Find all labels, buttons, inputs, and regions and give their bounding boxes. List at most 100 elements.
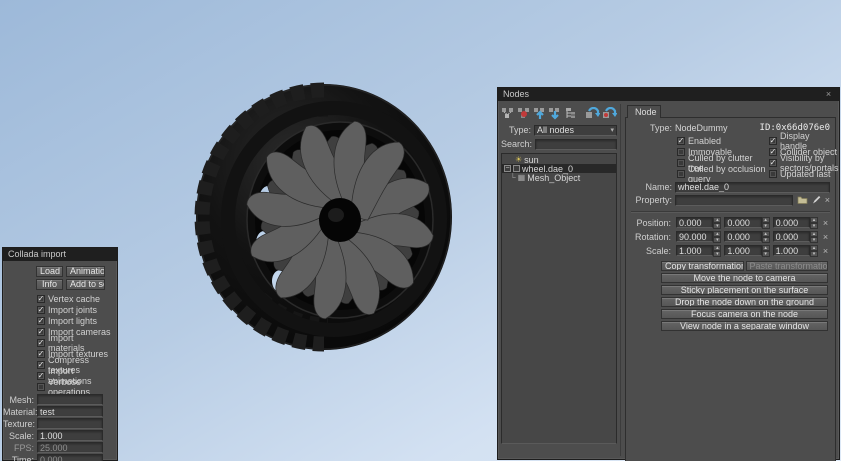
checkbox-icon[interactable] bbox=[37, 383, 45, 391]
checkbox-icon[interactable]: ✓ bbox=[37, 339, 45, 347]
checkbox-label: Import joints bbox=[48, 305, 97, 315]
scale-label: Scale: bbox=[3, 431, 37, 441]
scale-label: Scale: bbox=[631, 246, 673, 256]
checkbox-icon[interactable] bbox=[677, 170, 685, 178]
rotation-x-field[interactable] bbox=[676, 231, 713, 242]
spinner[interactable]: ▴▾ bbox=[713, 217, 721, 229]
import-joints-checkbox-row[interactable]: ✓ Import joints bbox=[37, 305, 111, 315]
culled-occlusion-checkbox-row[interactable]: Culled by occlusion query bbox=[677, 169, 769, 179]
checkbox-icon[interactable]: ✓ bbox=[37, 317, 45, 325]
move-node-up-icon[interactable] bbox=[532, 106, 546, 121]
move-node-to-camera-button[interactable]: Move the node to camera bbox=[661, 273, 828, 283]
checkbox-icon[interactable]: ✓ bbox=[37, 361, 45, 369]
position-x-field[interactable] bbox=[676, 217, 713, 228]
spinner[interactable]: ▴▾ bbox=[713, 245, 721, 257]
drop-node-button[interactable]: Drop the node down on the ground bbox=[661, 297, 828, 307]
node-name-field[interactable] bbox=[675, 182, 830, 193]
rotation-z-field[interactable] bbox=[773, 231, 810, 242]
type-filter-dropdown[interactable]: All nodes ▾ bbox=[534, 125, 617, 136]
reset-scale-icon[interactable]: × bbox=[821, 246, 830, 256]
checkbox-icon[interactable]: ✓ bbox=[769, 148, 777, 156]
remove-node-icon[interactable] bbox=[517, 106, 531, 121]
updated-last-checkbox-row[interactable]: Updated last bbox=[769, 169, 839, 179]
edit-pencil-icon[interactable] bbox=[812, 195, 821, 206]
clear-property-icon[interactable]: × bbox=[825, 195, 830, 205]
nodes-titlebar[interactable]: Nodes × bbox=[498, 88, 839, 101]
time-label: Time: bbox=[3, 455, 37, 461]
folder-icon[interactable] bbox=[797, 195, 808, 206]
spinner[interactable]: ▴▾ bbox=[762, 231, 770, 243]
reset-rotation-icon[interactable]: × bbox=[821, 232, 830, 242]
checkbox-icon[interactable] bbox=[769, 170, 777, 178]
node-tree[interactable]: ☀ sun − wheel.dae_0 └ ▦ Mesh_Object bbox=[501, 153, 617, 444]
property-field[interactable] bbox=[675, 195, 793, 206]
rotation-y-field[interactable] bbox=[724, 231, 761, 242]
move-node-down-icon[interactable] bbox=[548, 106, 562, 121]
collada-title: Collada import bbox=[8, 248, 66, 261]
view-node-separate-window-button[interactable]: View node in a separate window bbox=[661, 321, 828, 331]
search-label: Search: bbox=[501, 139, 535, 149]
spinner[interactable]: ▴▾ bbox=[713, 231, 721, 243]
load-button[interactable]: Load bbox=[36, 266, 63, 277]
visibility-sectors-checkbox-row[interactable]: ✓ Visibility by sectors/portals bbox=[769, 158, 839, 168]
checkbox-icon[interactable]: ✓ bbox=[677, 137, 685, 145]
position-label: Position: bbox=[631, 218, 673, 228]
checkbox-icon[interactable] bbox=[677, 148, 685, 156]
close-icon[interactable]: × bbox=[823, 88, 834, 101]
focus-camera-button[interactable]: Focus camera on the node bbox=[661, 309, 828, 319]
sticky-placement-button[interactable]: Sticky placement on the surface bbox=[661, 285, 828, 295]
wheel-model[interactable] bbox=[190, 78, 462, 358]
spinner[interactable]: ▴▾ bbox=[810, 217, 818, 229]
search-input[interactable] bbox=[535, 139, 617, 150]
spinner[interactable]: ▴▾ bbox=[762, 245, 770, 257]
mesh-label: Mesh: bbox=[3, 395, 37, 405]
add-node-icon[interactable] bbox=[501, 106, 515, 121]
display-handle-checkbox-row[interactable]: ✓ Display handle bbox=[769, 136, 839, 146]
assign-node-icon[interactable] bbox=[585, 106, 600, 121]
checkbox-icon[interactable]: ✓ bbox=[37, 350, 45, 358]
reset-position-icon[interactable]: × bbox=[821, 218, 830, 228]
collapse-icon[interactable]: − bbox=[504, 165, 511, 172]
mesh-icon: ▦ bbox=[518, 174, 526, 182]
spinner[interactable]: ▴▾ bbox=[810, 245, 818, 257]
add-to-scene-button[interactable]: Add to scene bbox=[66, 279, 105, 290]
scale-y-field[interactable] bbox=[724, 245, 761, 256]
checkbox-label: Updated last bbox=[780, 169, 831, 179]
spinner[interactable]: ▴▾ bbox=[762, 217, 770, 229]
checkbox-icon[interactable] bbox=[677, 159, 685, 167]
enabled-checkbox-row[interactable]: ✓ Enabled bbox=[677, 136, 769, 146]
replace-node-icon[interactable] bbox=[602, 106, 617, 121]
checkbox-icon[interactable]: ✓ bbox=[37, 328, 45, 336]
copy-transformation-button[interactable]: Copy transformation bbox=[661, 261, 744, 271]
position-y-field[interactable] bbox=[724, 217, 761, 228]
collada-titlebar[interactable]: Collada import bbox=[3, 248, 117, 261]
node-hierarchy-icon[interactable] bbox=[564, 106, 578, 121]
checkbox-icon[interactable]: ✓ bbox=[769, 137, 777, 145]
spinner[interactable]: ▴▾ bbox=[810, 231, 818, 243]
texture-field[interactable] bbox=[37, 418, 103, 429]
checkbox-icon[interactable]: ✓ bbox=[769, 159, 777, 167]
paste-transformation-button: Paste transformation bbox=[746, 261, 829, 271]
scale-field[interactable] bbox=[37, 430, 103, 441]
animation-button[interactable]: Animation bbox=[66, 266, 105, 277]
checkbox-label: Vertex cache bbox=[48, 294, 100, 304]
checkbox-icon[interactable]: ✓ bbox=[37, 372, 45, 380]
scale-x-field[interactable] bbox=[676, 245, 713, 256]
mesh-field[interactable] bbox=[37, 394, 103, 405]
node-checkbox-icon[interactable] bbox=[513, 165, 520, 172]
scale-z-field[interactable] bbox=[773, 245, 810, 256]
type-filter-label: Type: bbox=[501, 125, 534, 135]
tree-item-label: Mesh_Object bbox=[527, 173, 580, 183]
checkbox-icon[interactable]: ✓ bbox=[37, 306, 45, 314]
tab-node[interactable]: Node bbox=[627, 105, 661, 118]
info-button[interactable]: Info bbox=[36, 279, 63, 290]
material-field[interactable] bbox=[37, 406, 103, 417]
vertex-cache-checkbox-row[interactable]: ✓ Vertex cache bbox=[37, 294, 111, 304]
verbose-operations-checkbox-row[interactable]: Verbose operations bbox=[37, 382, 111, 392]
checkbox-icon[interactable]: ✓ bbox=[37, 295, 45, 303]
import-lights-checkbox-row[interactable]: ✓ Import lights bbox=[37, 316, 111, 326]
position-z-field[interactable] bbox=[773, 217, 810, 228]
import-materials-checkbox-row[interactable]: ✓ Import materials bbox=[37, 338, 111, 348]
tree-item-mesh-object[interactable]: └ ▦ Mesh_Object bbox=[502, 173, 616, 182]
nodes-title: Nodes bbox=[503, 88, 529, 101]
